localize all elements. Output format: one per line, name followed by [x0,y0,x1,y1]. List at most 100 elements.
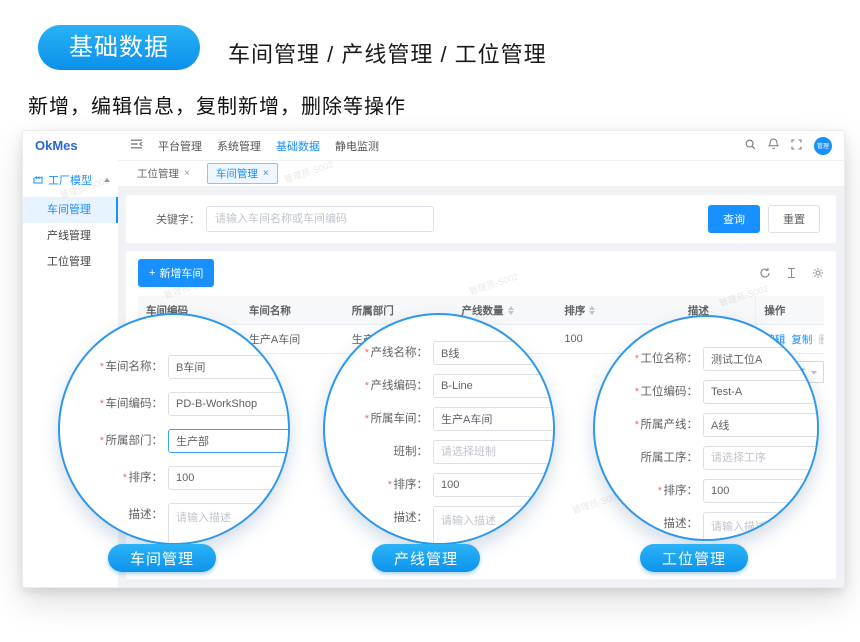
field-label: *车间名称： [88,355,168,379]
required-mark: * [634,386,638,398]
field-label: *排序： [623,479,703,503]
field-label: *排序： [353,473,433,497]
workshop-code-input[interactable] [168,392,290,416]
keyword-label: 关键字： [156,211,200,227]
sort-input[interactable] [433,473,555,497]
add-workshop-button[interactable]: + 新增车间 [138,259,214,287]
field-label: *所属产线： [623,413,703,437]
field-label: *产线名称： [353,341,433,365]
line-code-input[interactable] [433,374,555,398]
factory-icon [33,174,43,187]
col-sort[interactable]: 排序 [556,296,679,324]
nav-item-esd-monitor[interactable]: 静电监测 [335,138,379,154]
magnifier-workshop-form: *车间名称： *车间编码： *所属部门： *排序： 描述： [58,313,290,545]
hero-badge: 基础数据 [38,25,200,70]
add-workshop-label: 新增车间 [159,265,203,281]
col-label: 排序 [564,303,585,318]
magnifier-line-form: *产线名称： *产线编码： *所属车间： 班制： *排序： 描述： [323,313,555,545]
fullscreen-icon[interactable] [791,137,802,155]
top-navbar: 平台管理 系统管理 基础数据 静电监测 管理 [118,131,844,161]
sidebar-item-station[interactable]: 工位管理 [23,249,118,275]
chevron-up-icon [104,178,110,182]
workshop-name-input[interactable] [168,355,290,379]
close-icon[interactable]: × [263,168,269,179]
table-tools [759,267,824,279]
copy-link[interactable]: 复制 [791,332,812,347]
sidebar-group-factory-model[interactable]: 工厂模型 [23,161,118,197]
ribbon-station-mgmt: 工位管理 [640,544,748,572]
col-actions: 操作 [755,296,824,324]
sort-icon[interactable] [508,306,514,315]
page: 基础数据 车间管理 / 产线管理 / 工位管理 新增，编辑信息，复制新增，删除等… [0,0,860,642]
nav-item-basic-data[interactable]: 基础数据 [276,138,320,154]
refresh-icon[interactable] [759,267,771,279]
field-label: 描述： [623,512,703,536]
nav-item-system[interactable]: 系统管理 [217,138,261,154]
column-settings-icon[interactable] [812,267,824,279]
delete-link[interactable]: 删除 [818,332,824,347]
line-name-input[interactable] [433,341,555,365]
magnifier-station-form: *工位名称： *工位编码： *所属产线： 所属工序： *排序： 描述： [593,315,819,541]
line-form: *产线名称： *产线编码： *所属车间： 班制： *排序： 描述： [353,341,555,545]
page-title: 车间管理 / 产线管理 / 工位管理 [228,37,547,69]
app-header: OkMes 平台管理 系统管理 基础数据 静电监测 [23,131,844,161]
station-name-input[interactable] [703,347,819,371]
sort-icon[interactable] [589,306,595,315]
department-select[interactable] [168,429,290,453]
tab-workshop-mgmt[interactable]: 车间管理 × [207,163,278,184]
tab-label: 车间管理 [216,166,258,181]
required-mark: * [99,361,103,373]
sidebar-item-workshop[interactable]: 车间管理 [23,197,118,223]
field-label: *所属车间： [353,407,433,431]
close-icon[interactable]: × [184,168,190,179]
reset-button[interactable]: 重置 [768,205,820,233]
col-label: 产线数量 [462,303,504,318]
col-workshop-name: 车间名称 [241,296,344,324]
line-select[interactable] [703,413,819,437]
keyword-input[interactable] [206,206,434,232]
field-label: *工位名称： [623,347,703,371]
field-label: *产线编码： [353,374,433,398]
description-textarea[interactable] [433,506,555,545]
sidebar-item-line[interactable]: 产线管理 [23,223,118,249]
shift-select[interactable] [433,440,555,464]
required-mark: * [99,435,103,447]
query-button[interactable]: 查询 [708,205,760,233]
ribbon-line-mgmt: 产线管理 [372,544,480,572]
app-logo: OkMes [23,131,118,161]
sidebar-group-label: 工厂模型 [48,172,92,188]
station-code-input[interactable] [703,380,819,404]
description-textarea[interactable] [703,512,819,541]
required-mark: * [364,380,368,392]
tab-bar: 工位管理 × 车间管理 × [118,161,844,187]
sort-input[interactable] [703,479,819,503]
station-form: *工位名称： *工位编码： *所属产线： 所属工序： *排序： 描述： [623,347,819,541]
nav-item-platform[interactable]: 平台管理 [158,138,202,154]
required-mark: * [122,472,126,484]
tab-label: 工位管理 [137,166,179,181]
required-mark: * [387,479,391,491]
field-label: *所属部门： [88,429,168,453]
required-mark: * [634,353,638,365]
search-icon[interactable] [745,137,756,155]
required-mark: * [657,485,661,497]
collapse-menu-icon[interactable] [130,137,143,155]
required-mark: * [99,398,103,410]
description-textarea[interactable] [168,503,290,545]
tab-station-mgmt[interactable]: 工位管理 × [128,163,199,184]
bell-icon[interactable] [768,137,779,155]
process-select[interactable] [703,446,819,470]
required-mark: * [364,347,368,359]
required-mark: * [364,413,368,425]
search-panel: 关键字： 查询 重置 [126,195,836,243]
field-label: *排序： [88,466,168,490]
navbar-right: 管理 [745,137,832,155]
user-avatar[interactable]: 管理 [814,137,832,155]
field-label: *车间编码： [88,392,168,416]
sort-input[interactable] [168,466,290,490]
row-height-icon[interactable] [786,267,797,279]
field-label: 描述： [353,506,433,530]
workshop-select[interactable] [433,407,555,431]
page-subtitle: 新增，编辑信息，复制新增，删除等操作 [28,90,406,119]
field-label: 所属工序： [623,446,703,470]
